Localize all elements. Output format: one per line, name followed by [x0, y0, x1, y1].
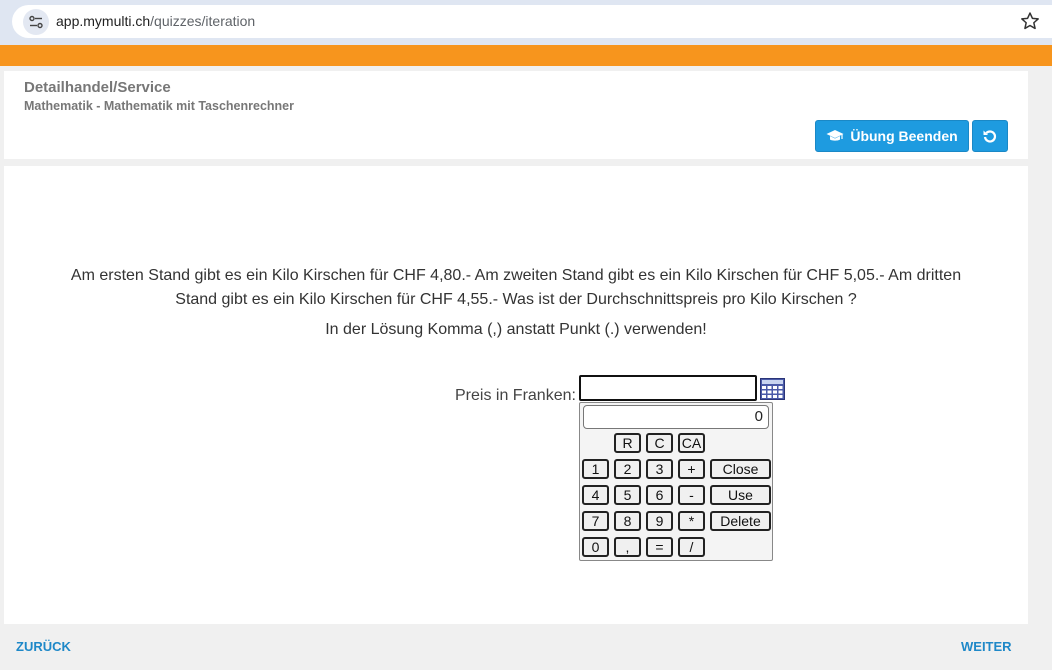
page-subtitle: Mathematik - Mathematik mit Taschenrechn… [24, 99, 294, 113]
calc-key-1[interactable]: 1 [582, 459, 609, 479]
calc-key-divide[interactable]: / [678, 537, 705, 557]
calc-key-minus[interactable]: - [678, 485, 705, 505]
question-hint: In der Lösung Komma (,) anstatt Punkt (.… [325, 321, 707, 338]
url-path: /quizzes/iteration [150, 13, 256, 29]
calc-use-button[interactable]: Use [710, 485, 771, 505]
back-link[interactable]: ZURÜCK [16, 639, 71, 654]
browser-toolbar: app.mymulti.ch/quizzes/iteration [0, 0, 1052, 45]
calc-key-4[interactable]: 4 [582, 485, 609, 505]
calc-close-button[interactable]: Close [710, 459, 771, 479]
calculator-display: 0 [583, 405, 769, 429]
calc-key-equals[interactable]: = [646, 537, 673, 557]
site-settings-icon[interactable] [23, 9, 49, 35]
url-domain: app.mymulti.ch [56, 13, 151, 29]
finish-exercise-button[interactable]: Übung Beenden [815, 120, 969, 152]
url-text[interactable]: app.mymulti.ch/quizzes/iteration [56, 13, 255, 29]
calc-key-2[interactable]: 2 [614, 459, 641, 479]
reset-button[interactable] [972, 120, 1008, 152]
answer-label: Preis in Franken: [455, 387, 576, 404]
calc-key-7[interactable]: 7 [582, 511, 609, 531]
calc-key-0[interactable]: 0 [582, 537, 609, 557]
calc-key-3[interactable]: 3 [646, 459, 673, 479]
bookmark-star-icon[interactable] [1020, 11, 1040, 31]
finish-exercise-label: Übung Beenden [850, 128, 958, 144]
calc-key-ca[interactable]: CA [678, 433, 705, 453]
calc-key-comma[interactable]: , [614, 537, 641, 557]
calc-key-c[interactable]: C [646, 433, 673, 453]
question-text: Am ersten Stand gibt es ein Kilo Kirsche… [70, 267, 962, 308]
calc-key-8[interactable]: 8 [614, 511, 641, 531]
calculator-popup: 0 R C CA 1 2 3 + Close 4 5 6 - Use 7 8 9… [579, 402, 773, 561]
next-link[interactable]: WEITER [961, 639, 1012, 654]
undo-icon [983, 130, 997, 143]
calc-key-plus[interactable]: + [678, 459, 705, 479]
quiz-header: Detailhandel/Service Mathematik - Mathem… [4, 71, 1028, 159]
calc-delete-button[interactable]: Delete [710, 511, 771, 531]
page-title: Detailhandel/Service [24, 79, 171, 96]
calc-key-6[interactable]: 6 [646, 485, 673, 505]
calc-key-9[interactable]: 9 [646, 511, 673, 531]
graduation-cap-icon [826, 130, 844, 141]
calculator-icon[interactable] [760, 378, 785, 400]
calc-key-r[interactable]: R [614, 433, 641, 453]
answer-input[interactable] [579, 375, 757, 401]
brand-stripe [0, 45, 1052, 66]
question-panel: Am ersten Stand gibt es ein Kilo Kirsche… [4, 166, 1028, 624]
calc-key-multiply[interactable]: * [678, 511, 705, 531]
address-bar[interactable]: app.mymulti.ch/quizzes/iteration [12, 5, 1052, 38]
calc-key-5[interactable]: 5 [614, 485, 641, 505]
